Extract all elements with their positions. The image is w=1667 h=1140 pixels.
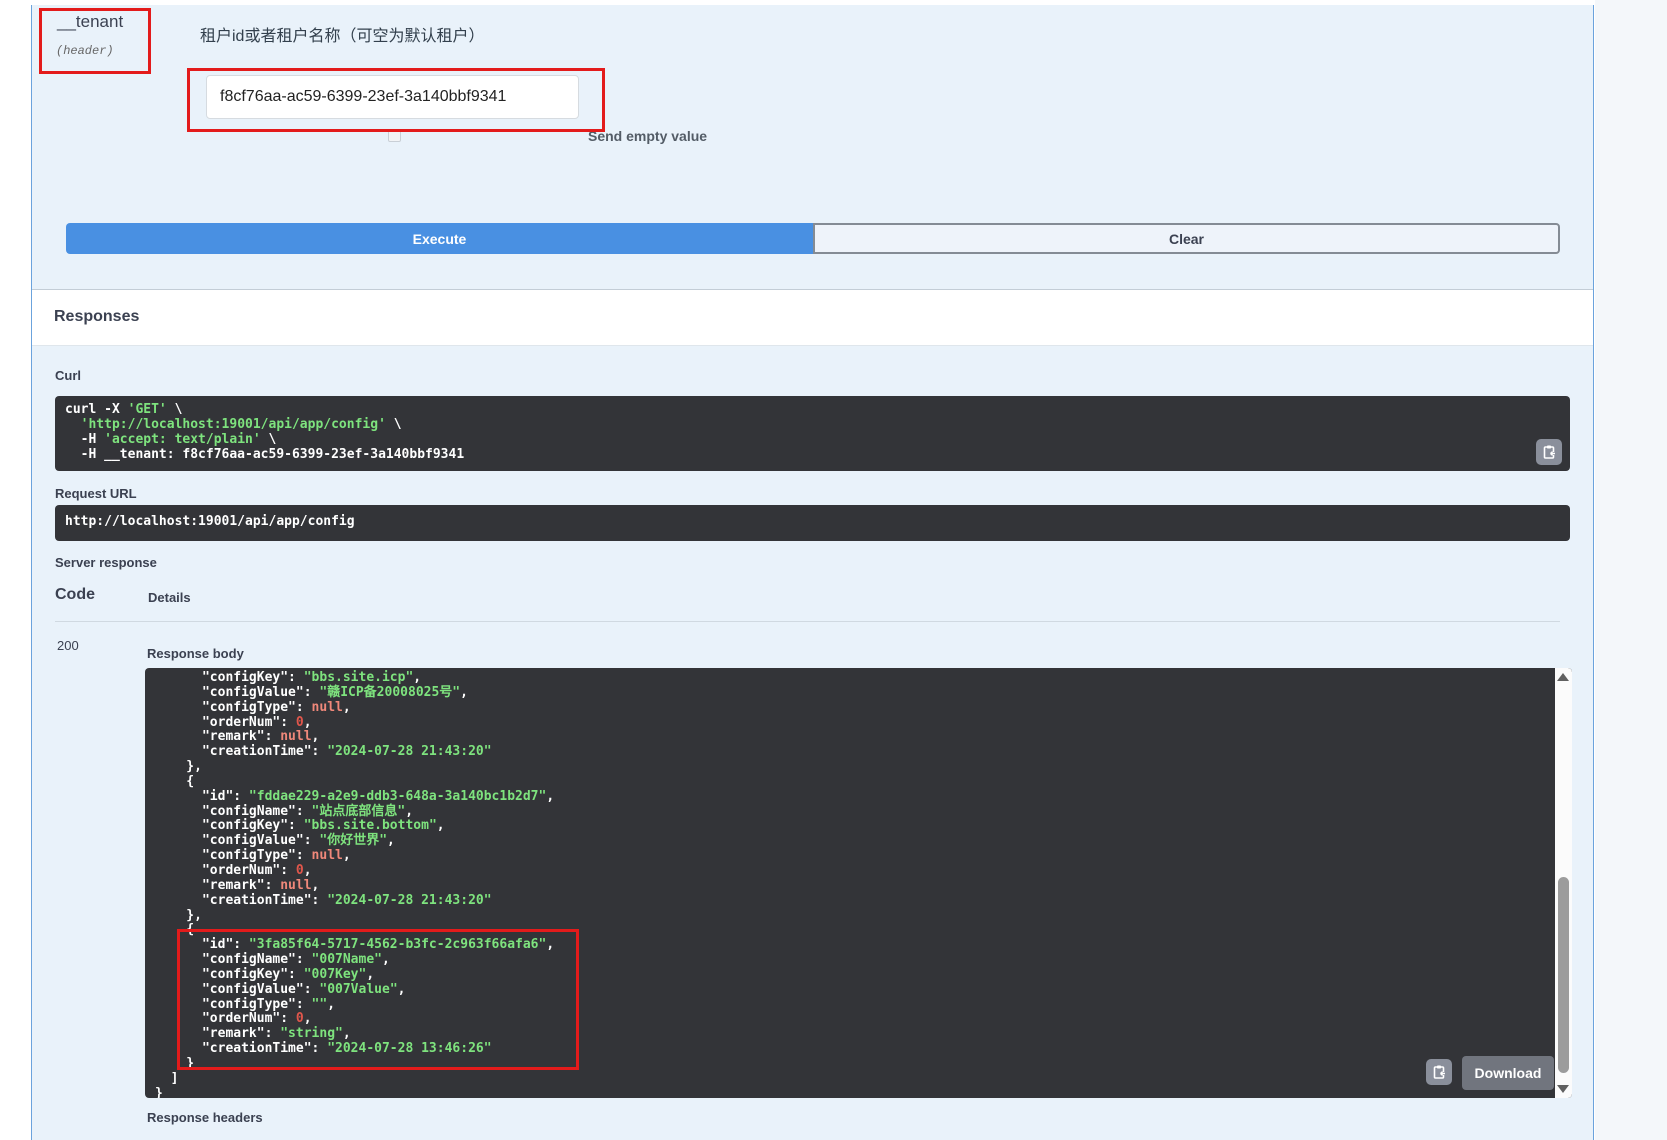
table-header-divider <box>55 620 1560 622</box>
clipboard-icon <box>1541 444 1557 460</box>
responses-title: Responses <box>54 308 139 326</box>
scroll-up-icon[interactable] <box>1557 673 1569 681</box>
code-column-header: Code <box>55 586 95 604</box>
server-response-label: Server response <box>55 555 157 570</box>
request-url-label: Request URL <box>55 486 137 501</box>
clear-button[interactable]: Clear <box>813 223 1560 254</box>
send-empty-value-label: Send empty value <box>588 128 707 144</box>
request-url-block: http://localhost:19001/api/app/config <box>55 505 1570 541</box>
response-body-scrollbar[interactable] <box>1555 668 1572 1098</box>
scroll-down-icon[interactable] <box>1557 1085 1569 1093</box>
response-body-label: Response body <box>147 646 244 661</box>
parameter-description: 租户id或者租户名称（可空为默认租户） <box>200 22 484 46</box>
swagger-operation-page: __tenant (header) 租户id或者租户名称（可空为默认租户） Se… <box>0 0 1667 1140</box>
status-code: 200 <box>57 638 79 653</box>
copy-response-icon[interactable] <box>1426 1059 1452 1085</box>
responses-section-header <box>32 289 1593 346</box>
details-column-header: Details <box>148 590 191 605</box>
execute-button[interactable]: Execute <box>66 223 813 254</box>
download-button[interactable]: Download <box>1462 1056 1554 1090</box>
annotation-box-parameter-input <box>187 68 605 132</box>
curl-block: curl -X 'GET' \ 'http://localhost:19001/… <box>55 396 1570 471</box>
annotation-box-parameter-name <box>39 8 151 74</box>
page-right-gutter <box>1595 0 1667 1140</box>
annotation-box-response-object <box>177 929 579 1070</box>
response-headers-label: Response headers <box>147 1110 263 1125</box>
curl-code: curl -X 'GET' \ 'http://localhost:19001/… <box>55 396 1570 470</box>
scrollbar-thumb[interactable] <box>1558 877 1569 1073</box>
request-url-value: http://localhost:19001/api/app/config <box>55 505 1570 537</box>
curl-label: Curl <box>55 368 81 383</box>
copy-curl-icon[interactable] <box>1536 439 1562 465</box>
clipboard-icon <box>1431 1064 1447 1080</box>
